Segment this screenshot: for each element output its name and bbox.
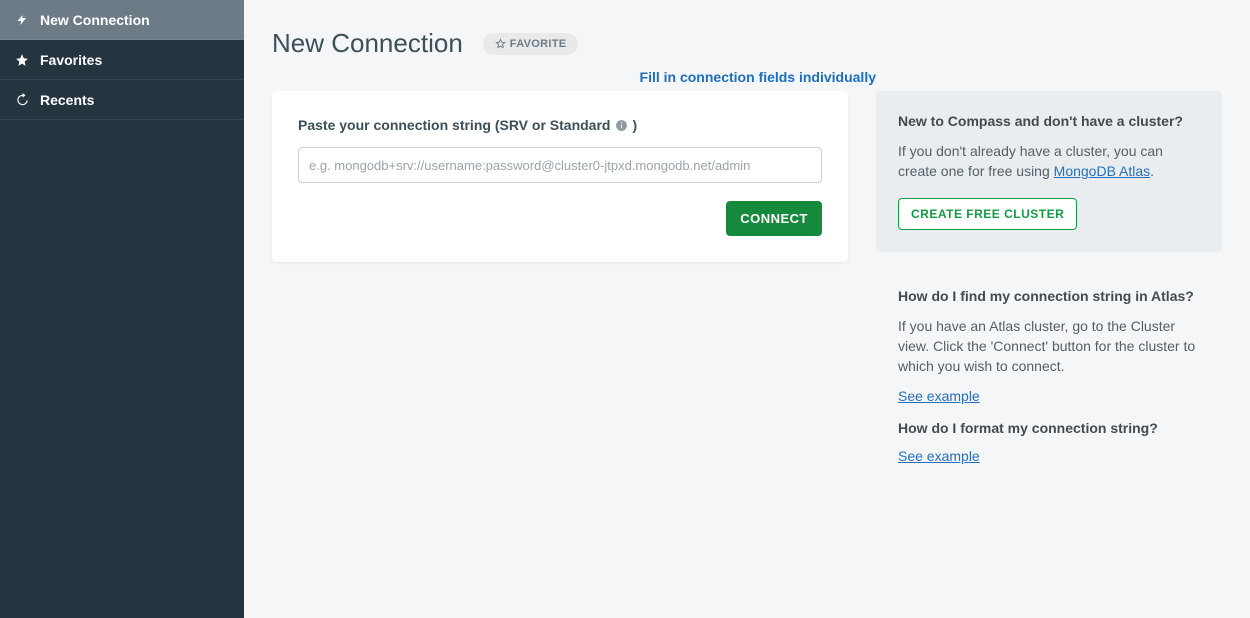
format-string-block: How do I format my connection string? Se…: [876, 404, 1222, 464]
main-content: New Connection FAVORITE Fill in connecti…: [244, 0, 1250, 618]
find-string-block: How do I find my connection string in At…: [876, 272, 1222, 405]
format-heading: How do I format my connection string?: [898, 420, 1200, 436]
see-example-link-1[interactable]: See example: [898, 388, 980, 404]
sidebar-item-label: New Connection: [40, 12, 150, 28]
connection-string-input[interactable]: [298, 147, 822, 183]
new-text: If you don't already have a cluster, you…: [898, 141, 1200, 182]
favorite-label: FAVORITE: [510, 38, 567, 50]
history-icon: [12, 93, 32, 107]
favorite-button[interactable]: FAVORITE: [483, 33, 579, 55]
fill-fields-link[interactable]: Fill in connection fields individually: [640, 69, 876, 85]
star-outline-icon: [495, 38, 506, 49]
connection-card: Paste your connection string (SRV or Sta…: [272, 91, 848, 262]
find-text: If you have an Atlas cluster, go to the …: [898, 316, 1200, 377]
find-heading: How do I find my connection string in At…: [898, 288, 1200, 304]
see-example-link-2[interactable]: See example: [898, 448, 980, 464]
new-to-compass-box: New to Compass and don't have a cluster?…: [876, 91, 1222, 252]
connection-string-label: Paste your connection string (SRV or Sta…: [298, 117, 822, 133]
sidebar-item-new-connection[interactable]: New Connection: [0, 0, 244, 40]
sidebar-item-label: Recents: [40, 92, 94, 108]
sidebar-item-favorites[interactable]: Favorites: [0, 40, 244, 80]
atlas-link[interactable]: MongoDB Atlas: [1054, 163, 1151, 179]
connect-button[interactable]: CONNECT: [726, 201, 822, 236]
sidebar: New Connection Favorites Recents: [0, 0, 244, 618]
new-heading: New to Compass and don't have a cluster?: [898, 113, 1200, 129]
star-icon: [12, 53, 32, 67]
page-title: New Connection: [272, 28, 463, 59]
info-icon[interactable]: [614, 118, 628, 132]
help-panel: New to Compass and don't have a cluster?…: [876, 91, 1222, 464]
lightning-icon: [12, 13, 32, 27]
sidebar-item-recents[interactable]: Recents: [0, 80, 244, 120]
create-free-cluster-button[interactable]: CREATE FREE CLUSTER: [898, 198, 1077, 230]
sidebar-item-label: Favorites: [40, 52, 102, 68]
